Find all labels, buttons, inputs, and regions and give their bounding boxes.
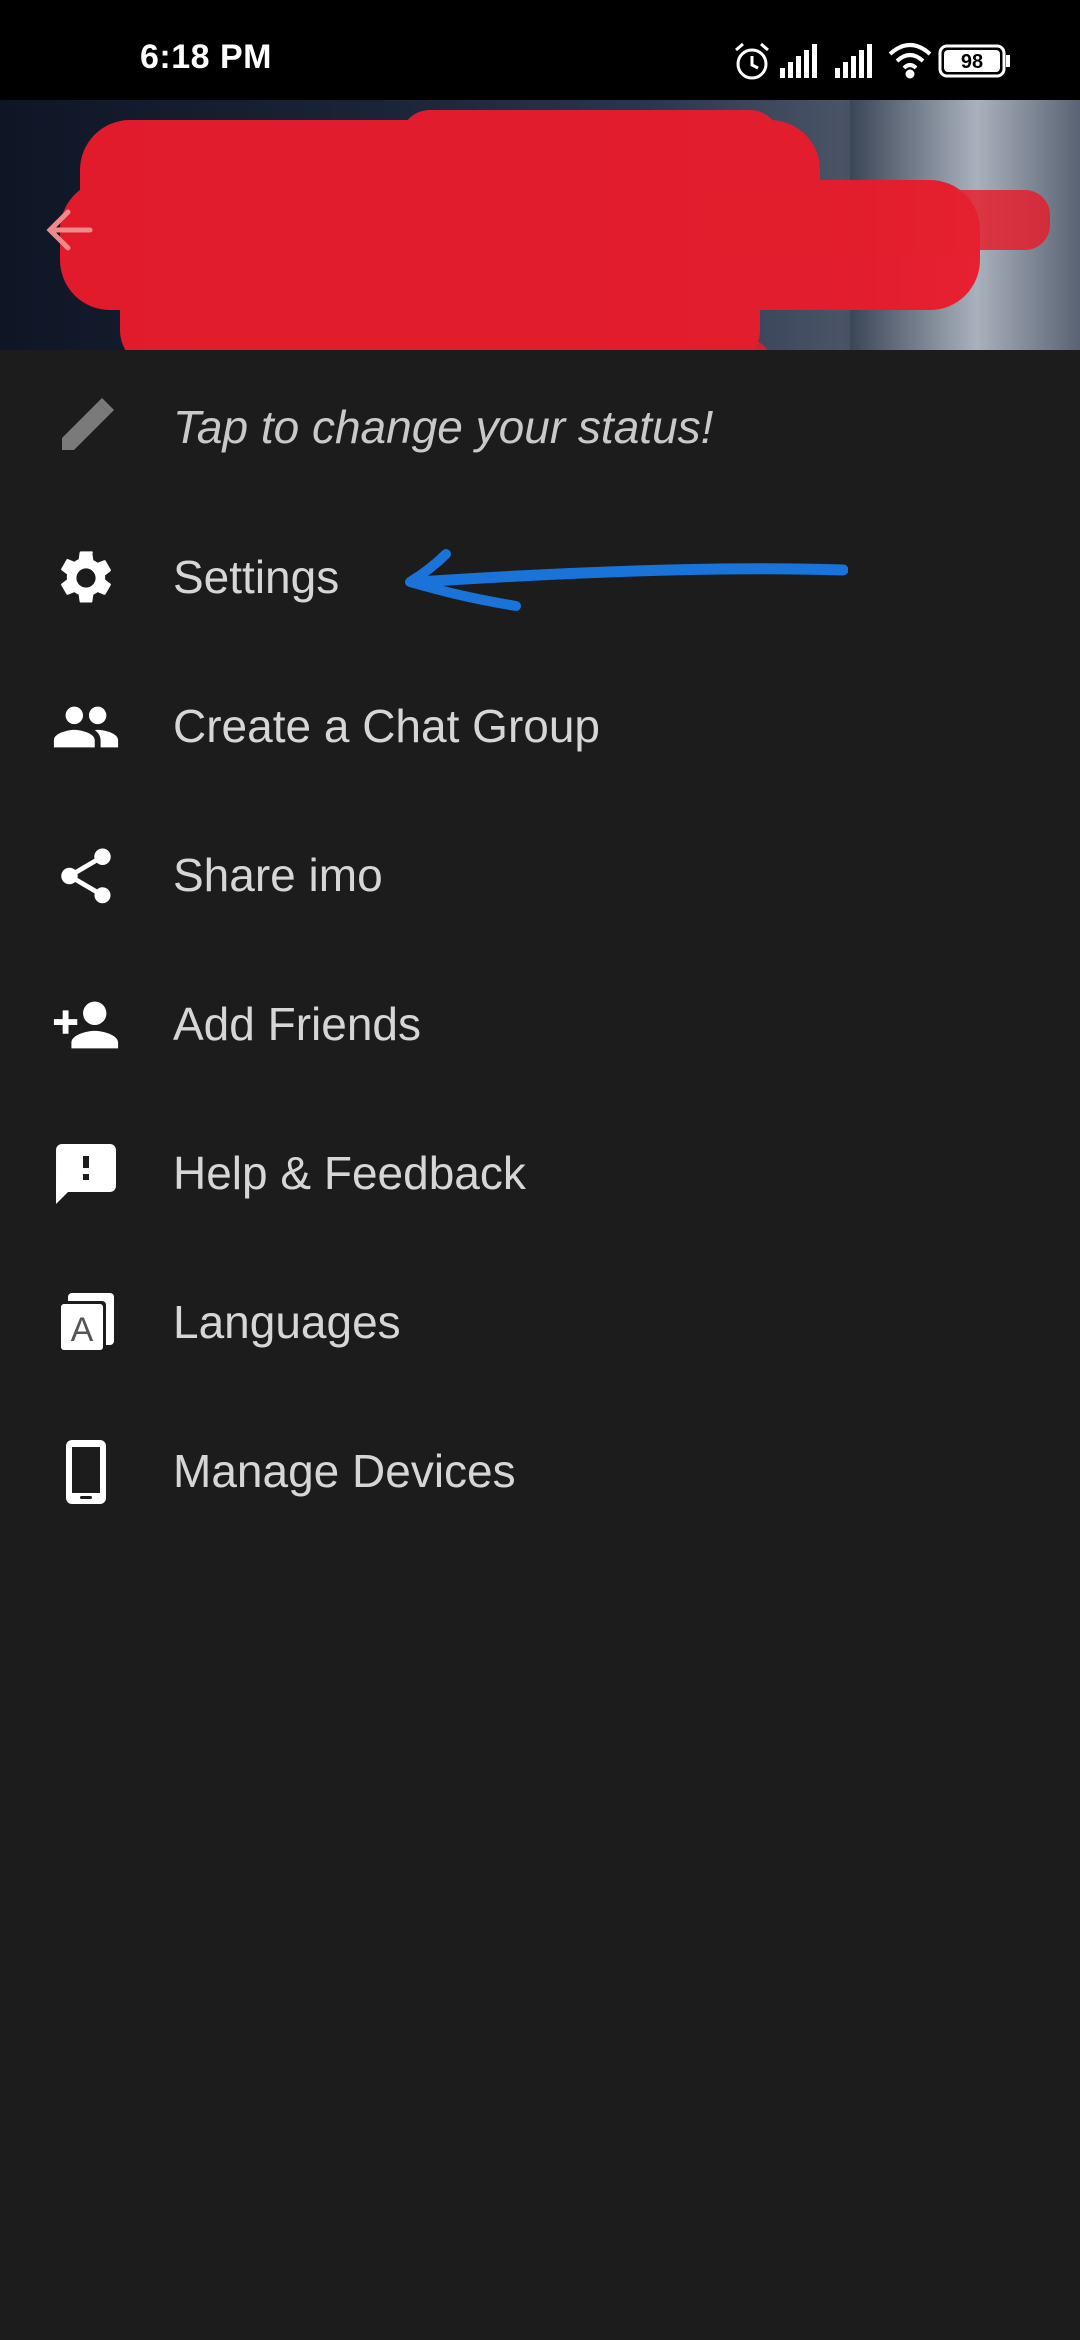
signal-icon xyxy=(780,44,817,78)
feedback-icon xyxy=(50,1138,122,1210)
menu-label: Create a Chat Group xyxy=(173,700,601,752)
change-status-row[interactable]: Tap to change your status! xyxy=(0,350,1080,500)
menu-item-share-imo[interactable]: Share imo xyxy=(0,798,1080,947)
menu-label: Settings xyxy=(173,551,340,603)
menu-item-settings[interactable]: Settings xyxy=(0,500,1080,649)
phone-icon xyxy=(50,1436,122,1508)
share-icon xyxy=(50,840,122,912)
wifi-icon xyxy=(888,43,932,79)
language-icon: A xyxy=(50,1287,122,1359)
menu-label: Help & Feedback xyxy=(173,1147,526,1199)
menu-label: Share imo xyxy=(173,849,383,901)
gear-icon xyxy=(50,542,122,614)
status-time: 6:18 PM xyxy=(140,38,272,76)
menu-label: Languages xyxy=(173,1296,401,1348)
svg-text:98: 98 xyxy=(961,51,983,73)
status-bar: 6:18 PM 98 xyxy=(0,0,1080,100)
pencil-icon xyxy=(62,398,114,450)
menu-label: Add Friends xyxy=(173,998,422,1050)
add-person-icon xyxy=(50,989,122,1061)
arrow-left-icon xyxy=(46,209,93,251)
menu-item-add-friends[interactable]: Add Friends xyxy=(0,947,1080,1096)
svg-text:A: A xyxy=(71,1311,94,1349)
back-button[interactable] xyxy=(30,190,110,270)
group-icon xyxy=(50,691,122,763)
menu-item-manage-devices[interactable]: Manage Devices xyxy=(0,1394,1080,1543)
menu-item-help-feedback[interactable]: Help & Feedback xyxy=(0,1096,1080,1245)
menu-item-languages[interactable]: A Languages xyxy=(0,1245,1080,1394)
menu-label: Manage Devices xyxy=(173,1445,516,1497)
status-prompt-text: Tap to change your status! xyxy=(173,401,714,453)
status-icons: 98 xyxy=(735,42,1010,80)
redaction-scribble xyxy=(60,110,1050,350)
profile-header[interactable] xyxy=(0,100,1080,350)
signal-icon xyxy=(835,44,872,78)
menu-item-create-chat-group[interactable]: Create a Chat Group xyxy=(0,649,1080,798)
battery-icon: 98 xyxy=(938,44,1010,78)
alarm-icon xyxy=(735,42,769,80)
drawer-menu: Settings Create a Chat Group Share imo A… xyxy=(0,500,1080,1543)
